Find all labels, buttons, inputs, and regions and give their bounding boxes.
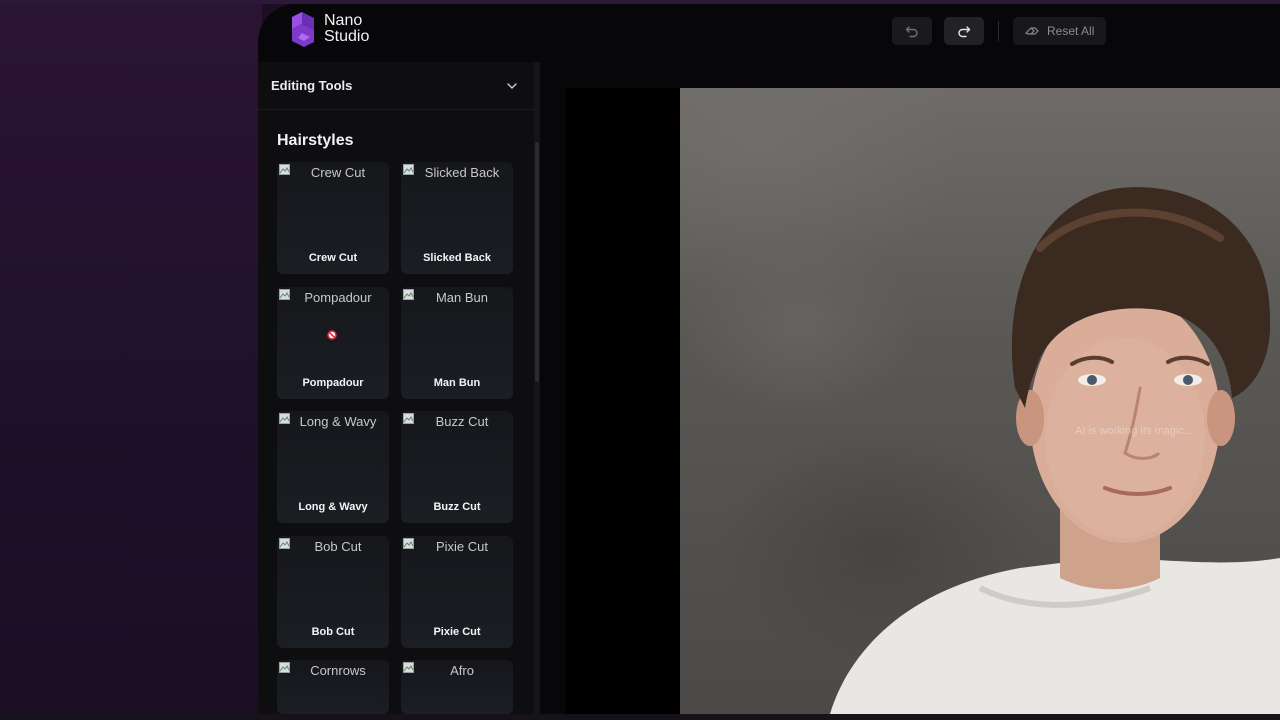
logo-line-1: Nano <box>324 12 363 29</box>
desktop-background <box>0 0 262 720</box>
hairstyle-caption: Pompadour <box>302 377 364 389</box>
hairstyle-alt-text: Cornrows <box>310 663 366 678</box>
redo-button[interactable] <box>944 17 984 45</box>
hairstyle-alt-text: Afro <box>450 663 474 678</box>
hairstyle-card-slicked-back[interactable]: Slicked Back Slicked Back <box>401 162 513 274</box>
hairstyle-caption: Buzz Cut <box>433 501 481 513</box>
hairstyle-card-pompadour[interactable]: Pompadour Pompadour <box>277 287 389 399</box>
hairstyle-alt-text: Long & Wavy <box>299 414 377 429</box>
hairstyle-caption: Bob Cut <box>311 626 355 638</box>
hairstyle-alt-text: Slicked Back <box>424 165 500 180</box>
processing-overlay-text: AI is working its magic... <box>1075 425 1193 437</box>
not-allowed-cursor-icon <box>327 330 337 340</box>
editing-sidebar: Editing Tools Hairstyles Crew Cut Crew C… <box>258 62 540 714</box>
portrait-illustration <box>830 187 1280 714</box>
hairstyle-card-buzz-cut[interactable]: Buzz Cut Buzz Cut <box>401 411 513 523</box>
hairstyle-alt-text: Buzz Cut <box>435 414 489 429</box>
hairstyle-card-pixie-cut[interactable]: Pixie Cut Pixie Cut <box>401 536 513 648</box>
canvas-area <box>566 88 690 714</box>
hairstyle-alt-text: Man Bun <box>435 290 489 305</box>
reset-all-label: Reset All <box>1047 24 1095 38</box>
sidebar-scrollbar[interactable] <box>534 62 540 714</box>
hairstyles-title: Hairstyles <box>277 132 354 149</box>
hairstyle-caption: Pixie Cut <box>433 626 481 638</box>
hairstyle-caption: Long & Wavy <box>298 501 368 513</box>
hairstyle-caption: Crew Cut <box>308 252 358 264</box>
app-logo[interactable]: Nano Studio <box>290 11 369 47</box>
eraser-icon <box>1025 27 1039 35</box>
portrait-photo[interactable]: AI is working its magic... <box>680 88 1280 714</box>
toolbar: Reset All <box>892 17 1107 45</box>
editing-tools-header[interactable]: Editing Tools <box>258 62 540 110</box>
hairstyle-alt-text: Bob Cut <box>314 539 362 554</box>
hairstyle-alt-text: Crew Cut <box>310 165 366 180</box>
hairstyle-card-man-bun[interactable]: Man Bun Man Bun <box>401 287 513 399</box>
hairstyle-card-bob-cut[interactable]: Bob Cut Bob Cut <box>277 536 389 648</box>
app-window: Nano Studio Reset All Editing Tools Hair… <box>258 4 1280 714</box>
hairstyle-alt-text: Pompadour <box>304 290 372 305</box>
redo-icon <box>958 26 971 38</box>
hairstyle-card-long-wavy[interactable]: Long & Wavy Long & Wavy <box>277 411 389 523</box>
hairstyle-card-afro[interactable]: Afro <box>401 660 513 714</box>
hairstyle-caption: Slicked Back <box>423 252 491 264</box>
undo-button[interactable] <box>892 17 932 45</box>
bottom-strip <box>0 714 1280 720</box>
hairstyle-caption: Man Bun <box>433 377 481 389</box>
chevron-down-icon <box>507 82 517 89</box>
logo-line-2: Studio <box>324 28 370 45</box>
reset-all-button[interactable]: Reset All <box>1013 17 1107 45</box>
logo-text: Nano Studio <box>324 13 369 45</box>
logo-mark-icon <box>292 12 314 47</box>
hairstyle-card-crew-cut[interactable]: Crew Cut Crew Cut <box>277 162 389 274</box>
hairstyle-alt-text: Pixie Cut <box>435 539 489 554</box>
hairstyle-card-cornrows[interactable]: Cornrows <box>277 660 389 714</box>
undo-icon <box>905 26 918 38</box>
toolbar-divider <box>998 21 999 41</box>
editing-tools-label: Editing Tools <box>271 78 353 93</box>
scrollbar-thumb[interactable] <box>535 142 539 382</box>
